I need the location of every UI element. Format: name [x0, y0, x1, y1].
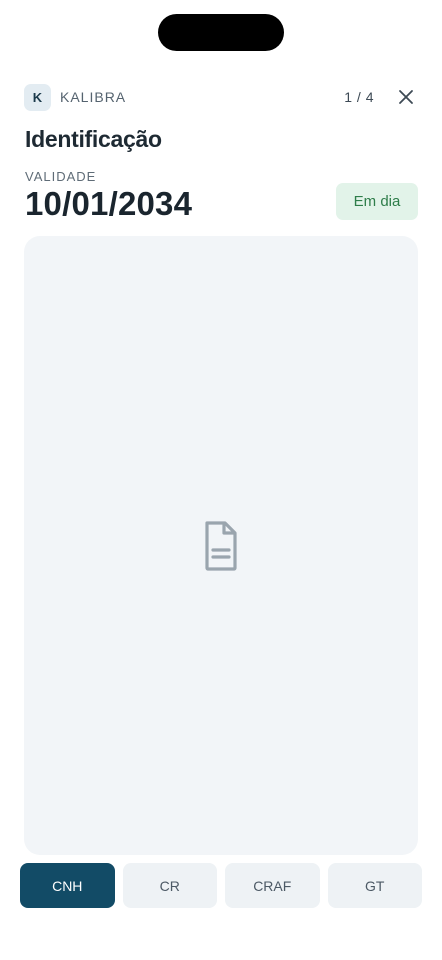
- close-icon: [399, 90, 413, 104]
- header-bar: K KALIBRA 1 / 4: [24, 83, 418, 111]
- validity-label: VALIDADE: [25, 169, 97, 184]
- tab-craf[interactable]: CRAF: [225, 863, 320, 908]
- tab-cr[interactable]: CR: [122, 863, 217, 908]
- validity-date: 10/01/2034: [25, 185, 193, 222]
- document-tabs: CNH CR CRAF GT: [20, 863, 422, 908]
- brand-name: KALIBRA: [60, 89, 127, 105]
- close-button[interactable]: [394, 85, 418, 109]
- tab-gt[interactable]: GT: [327, 863, 422, 908]
- status-badge: Em dia: [336, 183, 418, 220]
- page-title: Identificação: [25, 126, 162, 152]
- page-counter: 1 / 4: [344, 89, 374, 105]
- document-icon: [205, 520, 237, 571]
- dynamic-island: [158, 14, 284, 51]
- document-preview[interactable]: [24, 236, 418, 855]
- tab-cnh[interactable]: CNH: [20, 863, 115, 908]
- brand-badge: K: [24, 83, 51, 111]
